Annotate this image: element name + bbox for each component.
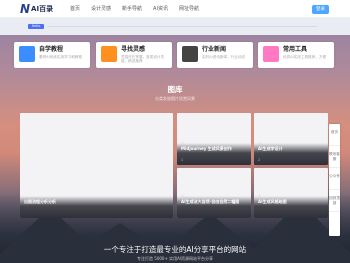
gallery-title: 图库 — [167, 85, 183, 94]
inspiration-icon — [101, 46, 117, 62]
intro-strip: Hello — [0, 18, 350, 35]
logo-mark: N — [20, 2, 31, 16]
nav-item-links[interactable]: 网址导航 — [179, 5, 199, 13]
sidebar-wechat[interactable]: 公众号 — [329, 168, 340, 190]
card-title: 自学教程 — [39, 46, 64, 53]
views-count: 1 — [181, 158, 184, 162]
hello-badge: Hello — [28, 24, 44, 29]
feature-card-tools[interactable]: 常用工具 优质AI实用工具推荐，方便 — [258, 42, 334, 68]
sidebar-service[interactable]: 联系客服 — [329, 146, 340, 168]
logo-text: AI百录 — [31, 5, 54, 13]
footer-slogan: 一个专注于打造最专业的AI分享平台的网站 — [103, 245, 247, 254]
divider — [47, 26, 317, 27]
floating-sidebar: 首页 联系客服 公众号 回到顶部 — [329, 124, 340, 236]
site-logo[interactable]: N AI百录 — [20, 2, 58, 16]
top-navigation-bar: N AI百录 首页 设计灵感 新手导航 AI资讯 网址导航 登录 — [0, 0, 350, 18]
feature-card-news[interactable]: 行业新闻 实时AI资讯新闻，行业动态 — [177, 42, 253, 68]
card-desc: 看吧AI系统实用学习和教程 — [39, 55, 83, 59]
nav-item-design[interactable]: 设计灵感 — [91, 5, 111, 13]
card-title: 行业新闻 — [202, 46, 227, 53]
gallery-item[interactable]: AI AI生成学设计 2 — [254, 113, 328, 165]
card-title: 常用工具 — [283, 46, 308, 53]
tutorial-icon — [19, 46, 35, 62]
footer-subtitle: 专注打造 5000+ 实用AI资源网站平台分享 — [137, 256, 213, 261]
gallery-item-name: Midjourney 生成风景创作 — [181, 146, 232, 151]
gallery-item[interactable]: AI Midjourney 生成风景创作 1 — [177, 113, 251, 165]
sidebar-home[interactable]: 首页 — [329, 124, 340, 146]
login-button[interactable]: 登录 — [312, 5, 329, 14]
gallery-item-name: AI生成法大自然-自由自然二幅图 — [181, 199, 240, 204]
feature-card-tutorial[interactable]: 自学教程 看吧AI系统实用学习和教程 — [14, 42, 90, 68]
card-title: 寻找灵感 — [121, 46, 146, 53]
gallery-item-name: 出图流程分析分析 — [24, 199, 56, 204]
news-icon — [182, 46, 198, 62]
card-desc: 灵感尽在掌握，各类设计灵感，精选推荐 — [121, 55, 165, 64]
sidebar-top[interactable]: 回到顶部 — [329, 190, 340, 212]
gallery-item-tag: AI — [258, 141, 262, 145]
feature-card-inspiration[interactable]: 寻找灵感 灵感尽在掌握，各类设计灵感，精选推荐 — [96, 42, 172, 68]
gallery-item[interactable]: AI AI生成风格绘图 — [254, 168, 328, 218]
nav-item-beginner[interactable]: 新手导航 — [122, 5, 142, 13]
views-count: 2 — [258, 158, 261, 162]
gallery-item-tag: AI — [258, 194, 262, 198]
gallery-item-tag: AI — [181, 194, 185, 198]
card-desc: 实时AI资讯新闻，行业动态 — [202, 55, 246, 59]
gallery-item-name: AI生成风格绘图 — [258, 199, 287, 204]
card-desc: 优质AI实用工具推荐，方便 — [283, 55, 327, 59]
nav-item-home[interactable]: 首页 — [70, 5, 80, 13]
gallery-item[interactable]: AI AI生成法大自然-自由自然二幅图 — [177, 168, 251, 218]
main-nav: 首页 设计灵感 新手导航 AI资讯 网址导航 — [70, 5, 210, 13]
gallery-item[interactable]: 出图流程分析分析 — [20, 113, 173, 218]
nav-item-news[interactable]: AI资讯 — [153, 5, 168, 13]
tools-icon — [263, 46, 279, 62]
gallery-item-tag: AI — [181, 141, 185, 145]
gallery-subtitle: 分类发放图片欣赏风景 — [155, 96, 195, 101]
gallery-item-name: AI生成学设计 — [258, 146, 283, 151]
